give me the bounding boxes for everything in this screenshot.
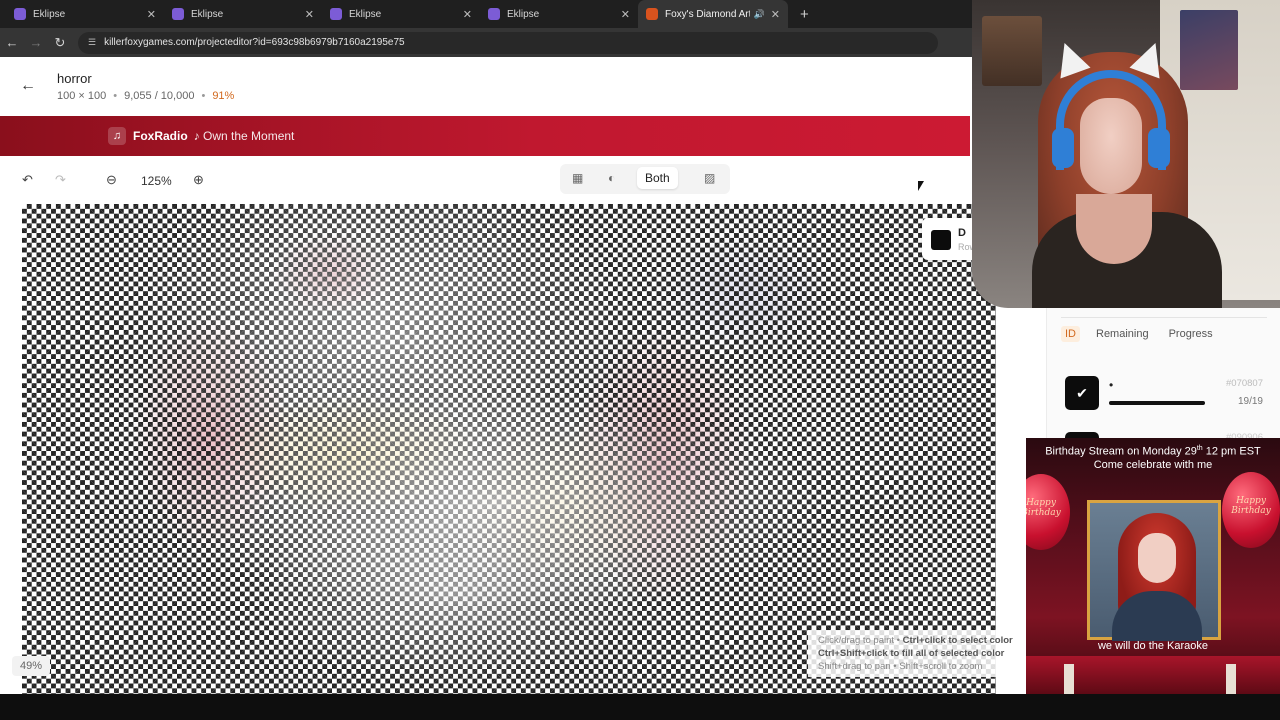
browser-tab-active[interactable]: Foxy's Diamond Art Studio 🔊 ✕	[638, 0, 788, 28]
zoom-in-icon[interactable]: ⊕	[193, 172, 204, 188]
birthday-line-end: 12 pm EST	[1202, 445, 1261, 458]
color-count: 19/19	[1237, 396, 1263, 407]
view-mode-switch: ▦ ◐ Both ▨	[560, 164, 730, 194]
close-icon[interactable]: ✕	[771, 8, 780, 21]
close-icon[interactable]: ✕	[463, 8, 472, 21]
hint-text: Ctrl+click to select color	[902, 635, 1013, 646]
webcam-poster	[1180, 10, 1238, 90]
balloon-icon: Happy Birthday	[1026, 474, 1070, 550]
radio-station-name: FoxRadio	[133, 129, 188, 143]
birthday-footer: we will do the Karaoke	[1097, 640, 1209, 652]
editor-toolbar: ↶ ↷ ⊖ 125% ⊕ ▦ ◐ Both ▨	[0, 156, 970, 204]
view-mode-both[interactable]: Both	[637, 167, 678, 189]
candle-icon	[1064, 664, 1074, 694]
color-code: #070807	[1226, 378, 1263, 389]
address-bar[interactable]: ☰ killerfoxygames.com/projecteditor?id=6…	[78, 31, 938, 54]
color-search-input[interactable]	[1061, 308, 1267, 318]
browser-tab[interactable]: Eklipse ✕	[480, 0, 638, 28]
canvas-overlay	[22, 204, 996, 694]
project-dimensions: 100 × 100	[57, 90, 107, 102]
reload-icon[interactable]: ↻	[48, 35, 72, 51]
balloon-text: Happy Birthday	[1026, 498, 1061, 518]
tab-title: Eklipse	[33, 8, 66, 20]
candles-decoration	[1026, 656, 1280, 694]
tab-title: Eklipse	[349, 8, 382, 20]
candle-icon	[1226, 664, 1236, 694]
tab-title: Eklipse	[507, 8, 540, 20]
url-text: killerfoxygames.com/projecteditor?id=693…	[104, 37, 405, 48]
fox-favicon-icon	[646, 8, 658, 20]
redo-icon[interactable]: ↷	[55, 172, 66, 188]
portrait-face	[1138, 533, 1176, 583]
headset-earcup	[1148, 128, 1170, 168]
sort-tab-id[interactable]: ID	[1061, 326, 1080, 342]
balloon-text: Happy Birthday	[1231, 496, 1271, 516]
canvas-zoom-badge: 49%	[12, 656, 51, 676]
close-icon[interactable]: ✕	[147, 8, 156, 21]
project-meta: 100 × 100 • 9,055 / 10,000 • 91%	[57, 90, 235, 102]
hint-text: Ctrl+Shift+click to fill all of selected…	[818, 648, 1005, 659]
grid-view-icon[interactable]: ▦	[572, 171, 583, 185]
color-name: •	[1109, 378, 1114, 392]
color-swatch	[931, 230, 951, 250]
selected-color-name: D	[958, 227, 966, 239]
birthday-overlay: Birthday Stream on Monday 29th 12 pm EST…	[1026, 438, 1280, 694]
undo-icon[interactable]: ↶	[22, 172, 33, 188]
browser-tab[interactable]: Eklipse ✕	[164, 0, 322, 28]
birthday-line: Birthday Stream on Monday 29	[1045, 445, 1197, 458]
speaker-icon[interactable]: 🔊	[754, 9, 765, 20]
bottom-strip	[0, 694, 1280, 720]
mouse-cursor-icon	[918, 181, 924, 191]
canvas-hint: Click/drag to paint • Ctrl+click to sele…	[808, 630, 1028, 677]
zoom-out-icon[interactable]: ⊖	[106, 172, 117, 188]
webcam-shelf	[982, 16, 1042, 86]
headset-earcup	[1052, 128, 1074, 168]
eklipse-favicon-icon	[488, 8, 500, 20]
sort-tabs: ID Remaining Progress	[1061, 326, 1217, 342]
eklipse-favicon-icon	[172, 8, 184, 20]
browser-tab[interactable]: Eklipse ✕	[6, 0, 164, 28]
balloon-icon: Happy Birthday	[1222, 472, 1280, 548]
close-icon[interactable]: ✕	[305, 8, 314, 21]
birthday-portrait	[1087, 500, 1221, 641]
music-note-icon: ♫	[108, 127, 126, 145]
tab-title: Foxy's Diamond Art Studio	[665, 8, 750, 20]
zoom-level: 125%	[141, 174, 172, 188]
palette-view-icon[interactable]: ◐	[608, 171, 615, 185]
close-icon[interactable]: ✕	[621, 8, 630, 21]
image-view-icon[interactable]: ▨	[704, 171, 715, 185]
streamer-face	[1080, 98, 1142, 194]
radio-song-title: ♪ Own the Moment	[193, 129, 295, 143]
new-tab-button[interactable]: +	[800, 6, 809, 23]
hint-text: Click/drag to paint •	[818, 635, 903, 646]
eklipse-favicon-icon	[330, 8, 342, 20]
project-percent: 91%	[212, 90, 235, 102]
birthday-line: Come celebrate with me	[1093, 458, 1213, 471]
project-title: horror	[57, 71, 92, 86]
project-placed-count: 9,055 / 10,000	[124, 90, 195, 102]
back-icon[interactable]: ←	[0, 35, 24, 50]
hint-text: Shift+drag to pan • Shift+scroll to zoom	[818, 661, 983, 672]
color-list-item[interactable]: ✔ • #070807 19/19	[1061, 372, 1271, 414]
site-info-icon[interactable]: ☰	[88, 37, 96, 48]
tab-title: Eklipse	[191, 8, 224, 20]
color-progress-bar	[1109, 401, 1205, 405]
sort-tab-progress[interactable]: Progress	[1165, 326, 1217, 342]
diamond-canvas[interactable]	[22, 204, 996, 694]
sort-tab-remaining[interactable]: Remaining	[1092, 326, 1153, 342]
forward-icon[interactable]: →	[24, 35, 48, 50]
birthday-announcement: Birthday Stream on Monday 29th 12 pm EST…	[1026, 442, 1280, 472]
back-arrow-icon[interactable]: ←	[20, 77, 36, 95]
browser-tab[interactable]: Eklipse ✕	[322, 0, 480, 28]
check-icon: ✔	[1065, 376, 1099, 410]
eklipse-favicon-icon	[14, 8, 26, 20]
webcam-overlay	[972, 0, 1280, 308]
radio-banner[interactable]: ♫ FoxRadio ♪ Own the Moment	[0, 116, 970, 156]
